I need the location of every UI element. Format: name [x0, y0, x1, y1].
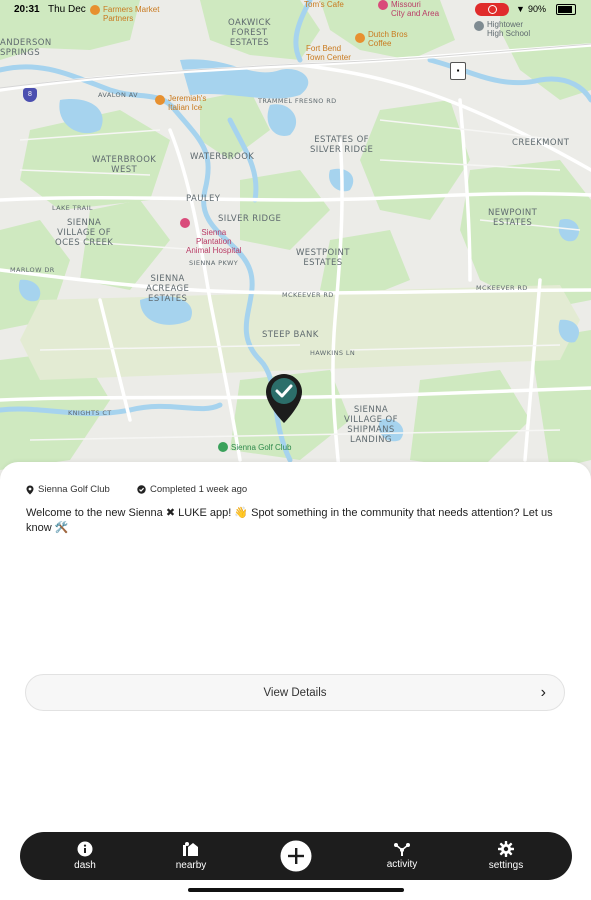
- check-circle-icon: [137, 485, 146, 494]
- nearby-icon: [183, 842, 198, 856]
- road-label-hawkins: HAWKINS LN: [310, 349, 356, 357]
- road-label-avalon: AVALON AV: [98, 91, 139, 99]
- bottom-nav: dash nearby activity settings: [20, 832, 572, 880]
- info-icon: [77, 841, 93, 857]
- view-details-button[interactable]: View Details ›: [25, 674, 565, 711]
- poi-fort-bend-label: Fort Bend Town Center: [306, 44, 351, 62]
- plus-icon: [280, 840, 312, 872]
- map-label-creekmont: CREEKMONT: [512, 138, 570, 148]
- map-label-westpoint: WESTPOINT ESTATES: [296, 248, 350, 268]
- poi-sienna-golf-icon[interactable]: [218, 442, 228, 452]
- status-time: 20:31: [14, 4, 40, 15]
- map-label-sienna-shipmans: SIENNA VILLAGE OF SHIPMANS LANDING: [344, 405, 398, 445]
- battery-icon: [556, 4, 576, 15]
- poi-dutch-bros-icon[interactable]: [355, 33, 365, 43]
- status-date: Thu Dec: [48, 4, 86, 15]
- road-label-knights: KNIGHTS CT: [68, 409, 112, 417]
- view-details-label: View Details: [263, 686, 327, 699]
- poi-sienna-animal-icon[interactable]: [180, 218, 190, 228]
- map-label-silver-ridge: SILVER RIDGE: [218, 214, 282, 224]
- map-label-sienna-oces-creek: SIENNA VILLAGE OF OCES CREEK: [55, 218, 114, 248]
- location-pin-icon[interactable]: [265, 373, 303, 425]
- nav-nearby[interactable]: nearby: [162, 832, 220, 880]
- highway-shield-icon: 8: [23, 88, 37, 102]
- nav-dash[interactable]: dash: [58, 832, 112, 880]
- nav-dash-label: dash: [74, 860, 96, 871]
- poi-hightower-icon[interactable]: [474, 21, 484, 31]
- nav-activity-label: activity: [386, 859, 418, 870]
- screen-record-indicator-icon: [475, 3, 509, 16]
- activity-icon: [394, 843, 410, 856]
- poi-jeremiahs-label: Jeremiah's Italian Ice: [168, 94, 207, 112]
- chevron-right-icon: ›: [540, 684, 546, 701]
- poi-sienna-animal-label: Sienna Plantation Animal Hospital: [186, 228, 242, 255]
- poi-hightower-label: Hightower High School: [487, 20, 531, 38]
- nav-settings-label: settings: [488, 860, 524, 871]
- map-label-steep-bank: STEEP BANK: [262, 330, 319, 340]
- issue-message: Welcome to the new Sienna ✖ LUKE app! 👋 …: [26, 507, 553, 534]
- location-text: Sienna Golf Club: [38, 484, 110, 495]
- road-label-lake: LAKE TRAIL: [52, 204, 93, 212]
- map-label-newpoint: NEWPOINT ESTATES: [488, 208, 538, 228]
- poi-dutch-bros-label: Dutch Bros Coffee: [368, 30, 408, 48]
- poi-sienna-golf-label: Sienna Golf Club: [231, 443, 292, 452]
- location-marker-icon: [26, 485, 34, 494]
- nav-add-button[interactable]: [278, 832, 314, 880]
- home-indicator[interactable]: [188, 888, 404, 892]
- road-label-marlow: MARLOW DR: [10, 266, 55, 274]
- status-text: Completed 1 week ago: [150, 484, 248, 495]
- transit-icon: ▪: [450, 62, 466, 80]
- nav-settings[interactable]: settings: [476, 832, 536, 880]
- map-view[interactable]: OAKWICK FOREST ESTATES ANDERSON SPRINGS …: [0, 0, 591, 480]
- map-label-estates-silver-ridge: ESTATES OF SILVER RIDGE: [310, 135, 374, 155]
- status-bar: 20:31 Thu Dec ▼ 90%: [0, 0, 591, 20]
- location-meta: Sienna Golf Club: [26, 484, 110, 495]
- map-label-anderson: ANDERSON SPRINGS: [0, 38, 52, 58]
- map-label-waterbrook: WATERBROOK: [190, 152, 255, 162]
- nav-nearby-label: nearby: [175, 860, 207, 871]
- map-label-waterbrook-west: WATERBROOK WEST: [92, 155, 157, 175]
- map-label-sienna-acreage: SIENNA ACREAGE ESTATES: [146, 274, 190, 304]
- poi-jeremiahs-icon[interactable]: [155, 95, 165, 105]
- status-meta: Completed 1 week ago: [137, 484, 247, 495]
- map-label-oakwick: OAKWICK FOREST ESTATES: [228, 18, 271, 48]
- road-label-mckeever-2: MCKEEVER RD: [476, 284, 528, 292]
- road-label-mckeever: MCKEEVER RD: [282, 291, 334, 299]
- road-label-trammel: TRAMMEL FRESNO RD: [258, 97, 337, 105]
- wifi-icon: ▼: [516, 4, 525, 14]
- gear-icon: [498, 841, 514, 857]
- nav-activity[interactable]: activity: [372, 832, 432, 880]
- road-label-sienna-pkwy: SIENNA PKWY: [189, 259, 239, 267]
- map-label-pauley: PAULEY: [186, 194, 221, 204]
- status-battery: 90%: [528, 4, 547, 14]
